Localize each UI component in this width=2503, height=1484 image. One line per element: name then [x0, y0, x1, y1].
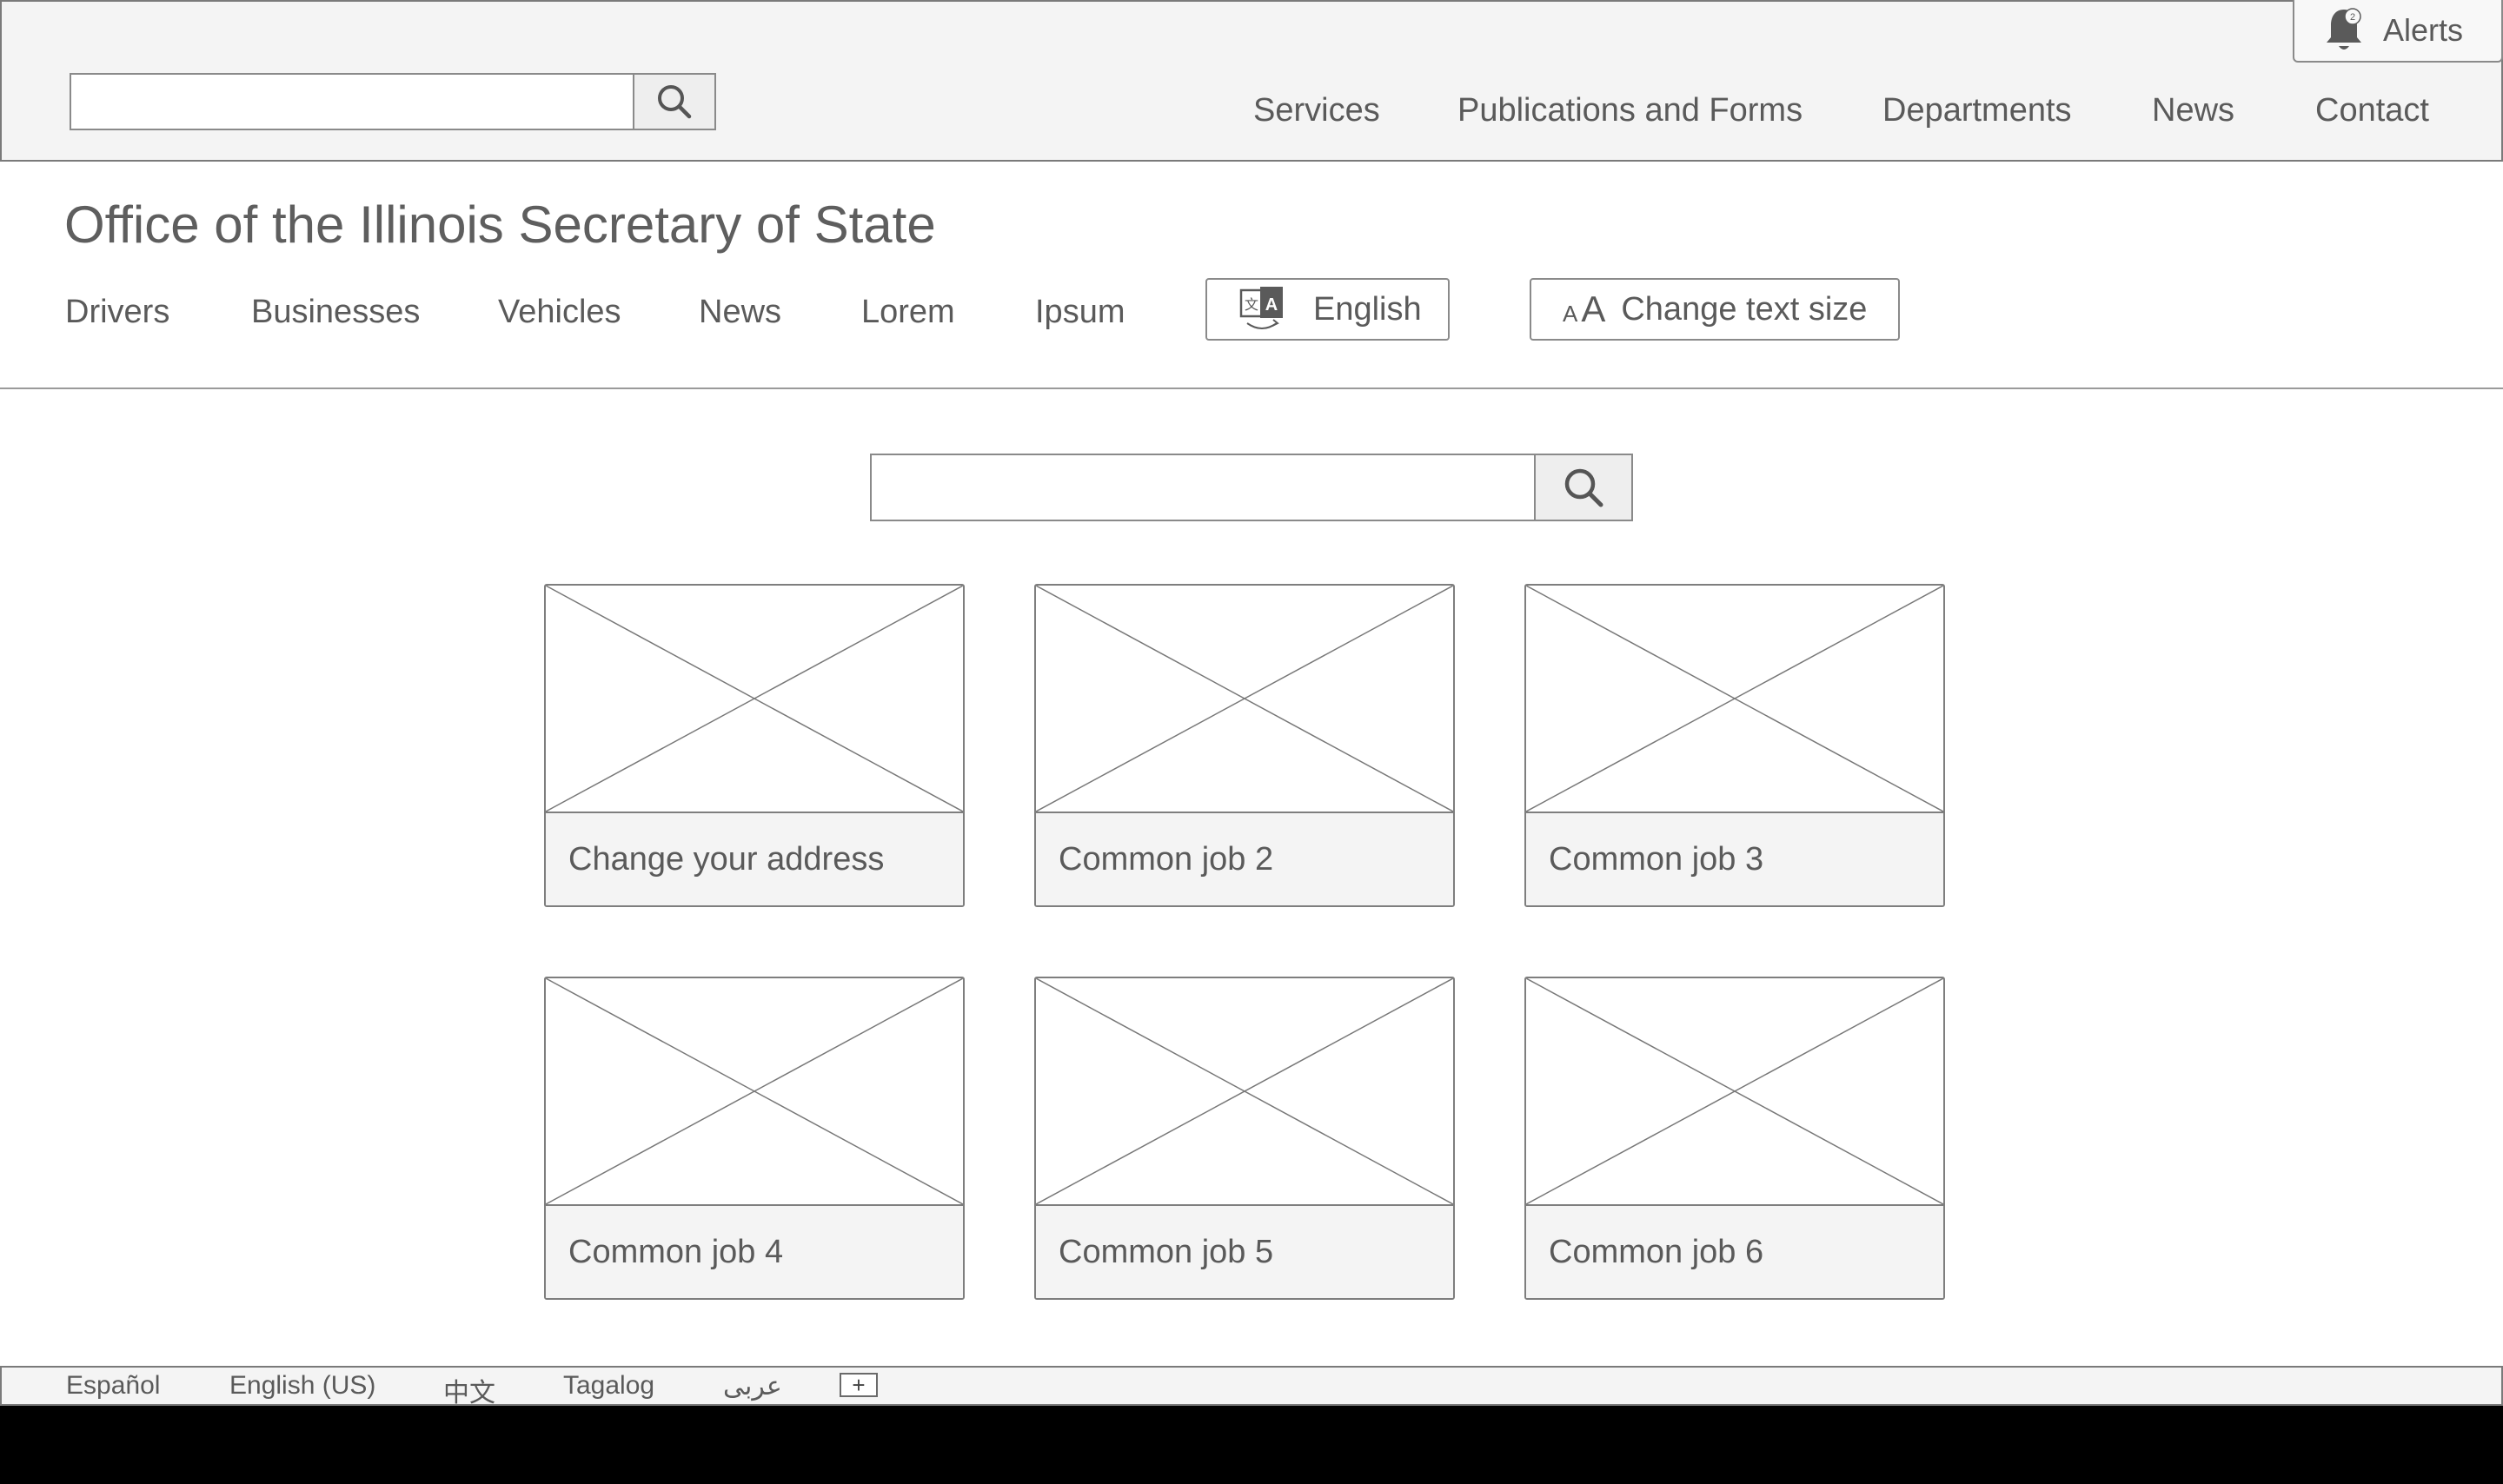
- page: Services Publications and Forms Departme…: [0, 0, 2503, 1409]
- language-link-espanol[interactable]: Español: [66, 1371, 160, 1401]
- section-nav-drivers[interactable]: Drivers: [65, 294, 169, 331]
- image-placeholder-icon: [1526, 586, 1943, 813]
- alerts-badge: 2: [2350, 12, 2355, 23]
- language-link-arabic[interactable]: عربى: [723, 1371, 782, 1401]
- image-placeholder-icon: [1036, 978, 1453, 1206]
- text-size-glyph-large: A: [1581, 288, 1606, 329]
- card-common-job-3[interactable]: Common job 3: [1524, 584, 1945, 907]
- svg-text:文: 文: [1245, 296, 1258, 313]
- text-size-glyph-small: A: [1563, 301, 1578, 327]
- language-link-chinese[interactable]: 中文: [443, 1371, 495, 1409]
- language-link-english-us[interactable]: English (US): [229, 1371, 375, 1401]
- card-label: Common job 6: [1526, 1206, 1943, 1298]
- card-label: Common job 2: [1036, 813, 1453, 905]
- card-common-job-5[interactable]: Common job 5: [1034, 977, 1455, 1300]
- top-search: [70, 73, 716, 130]
- text-size-icon: A A: [1563, 288, 1605, 330]
- text-size-button[interactable]: A A Change text size: [1530, 278, 1900, 341]
- svg-text:A: A: [1265, 295, 1278, 315]
- more-languages-button[interactable]: +: [840, 1373, 878, 1397]
- main-search-button[interactable]: [1536, 454, 1633, 521]
- language-link-tagalog[interactable]: Tagalog: [563, 1371, 654, 1401]
- language-bar: Español English (US) 中文 Tagalog عربى +: [0, 1366, 2503, 1409]
- alerts-button[interactable]: 2 Alerts: [2293, 0, 2503, 63]
- image-placeholder-icon: [1526, 978, 1943, 1206]
- text-size-button-label: Change text size: [1621, 290, 1868, 328]
- top-nav-departments[interactable]: Departments: [1882, 92, 2072, 129]
- section-nav-news[interactable]: News: [699, 294, 781, 331]
- page-title: Office of the Illinois Secretary of Stat…: [64, 195, 936, 254]
- language-button-label: English: [1313, 290, 1422, 328]
- translate-icon: 文 A: [1238, 285, 1285, 334]
- section-nav-businesses[interactable]: Businesses: [251, 294, 420, 331]
- card-common-job-2[interactable]: Common job 2: [1034, 584, 1455, 907]
- top-nav-publications[interactable]: Publications and Forms: [1457, 92, 1803, 129]
- image-placeholder-icon: [546, 586, 963, 813]
- image-placeholder-icon: [546, 978, 963, 1206]
- search-icon: [1564, 468, 1603, 507]
- card-label: Common job 4: [546, 1206, 963, 1298]
- header-divider: [0, 388, 2503, 389]
- card-label: Common job 5: [1036, 1206, 1453, 1298]
- main-search-input[interactable]: [870, 454, 1536, 521]
- card-common-job-4[interactable]: Common job 4: [544, 977, 965, 1300]
- language-button[interactable]: 文 A English: [1205, 278, 1450, 341]
- section-nav-ipsum[interactable]: Ipsum: [1035, 294, 1125, 331]
- card-label: Change your address: [546, 813, 963, 905]
- top-nav-contact[interactable]: Contact: [2315, 92, 2429, 129]
- card-common-job-6[interactable]: Common job 6: [1524, 977, 1945, 1300]
- card-label: Common job 3: [1526, 813, 1943, 905]
- letterbox-bar: [0, 1406, 2503, 1484]
- section-nav-lorem[interactable]: Lorem: [861, 294, 955, 331]
- alerts-label: Alerts: [2383, 12, 2464, 48]
- top-nav-services[interactable]: Services: [1253, 92, 1380, 129]
- plus-icon: +: [852, 1372, 866, 1398]
- top-search-button[interactable]: [634, 73, 716, 130]
- top-search-input[interactable]: [70, 73, 635, 130]
- image-placeholder-icon: [1036, 586, 1453, 813]
- top-nav-news[interactable]: News: [2152, 92, 2234, 129]
- search-icon: [658, 85, 692, 119]
- bell-icon: 2: [2324, 6, 2364, 55]
- section-nav-vehicles[interactable]: Vehicles: [498, 294, 621, 331]
- top-utility-bar: Services Publications and Forms Departme…: [0, 0, 2503, 162]
- card-change-address[interactable]: Change your address: [544, 584, 965, 907]
- main-search: [870, 454, 1633, 521]
